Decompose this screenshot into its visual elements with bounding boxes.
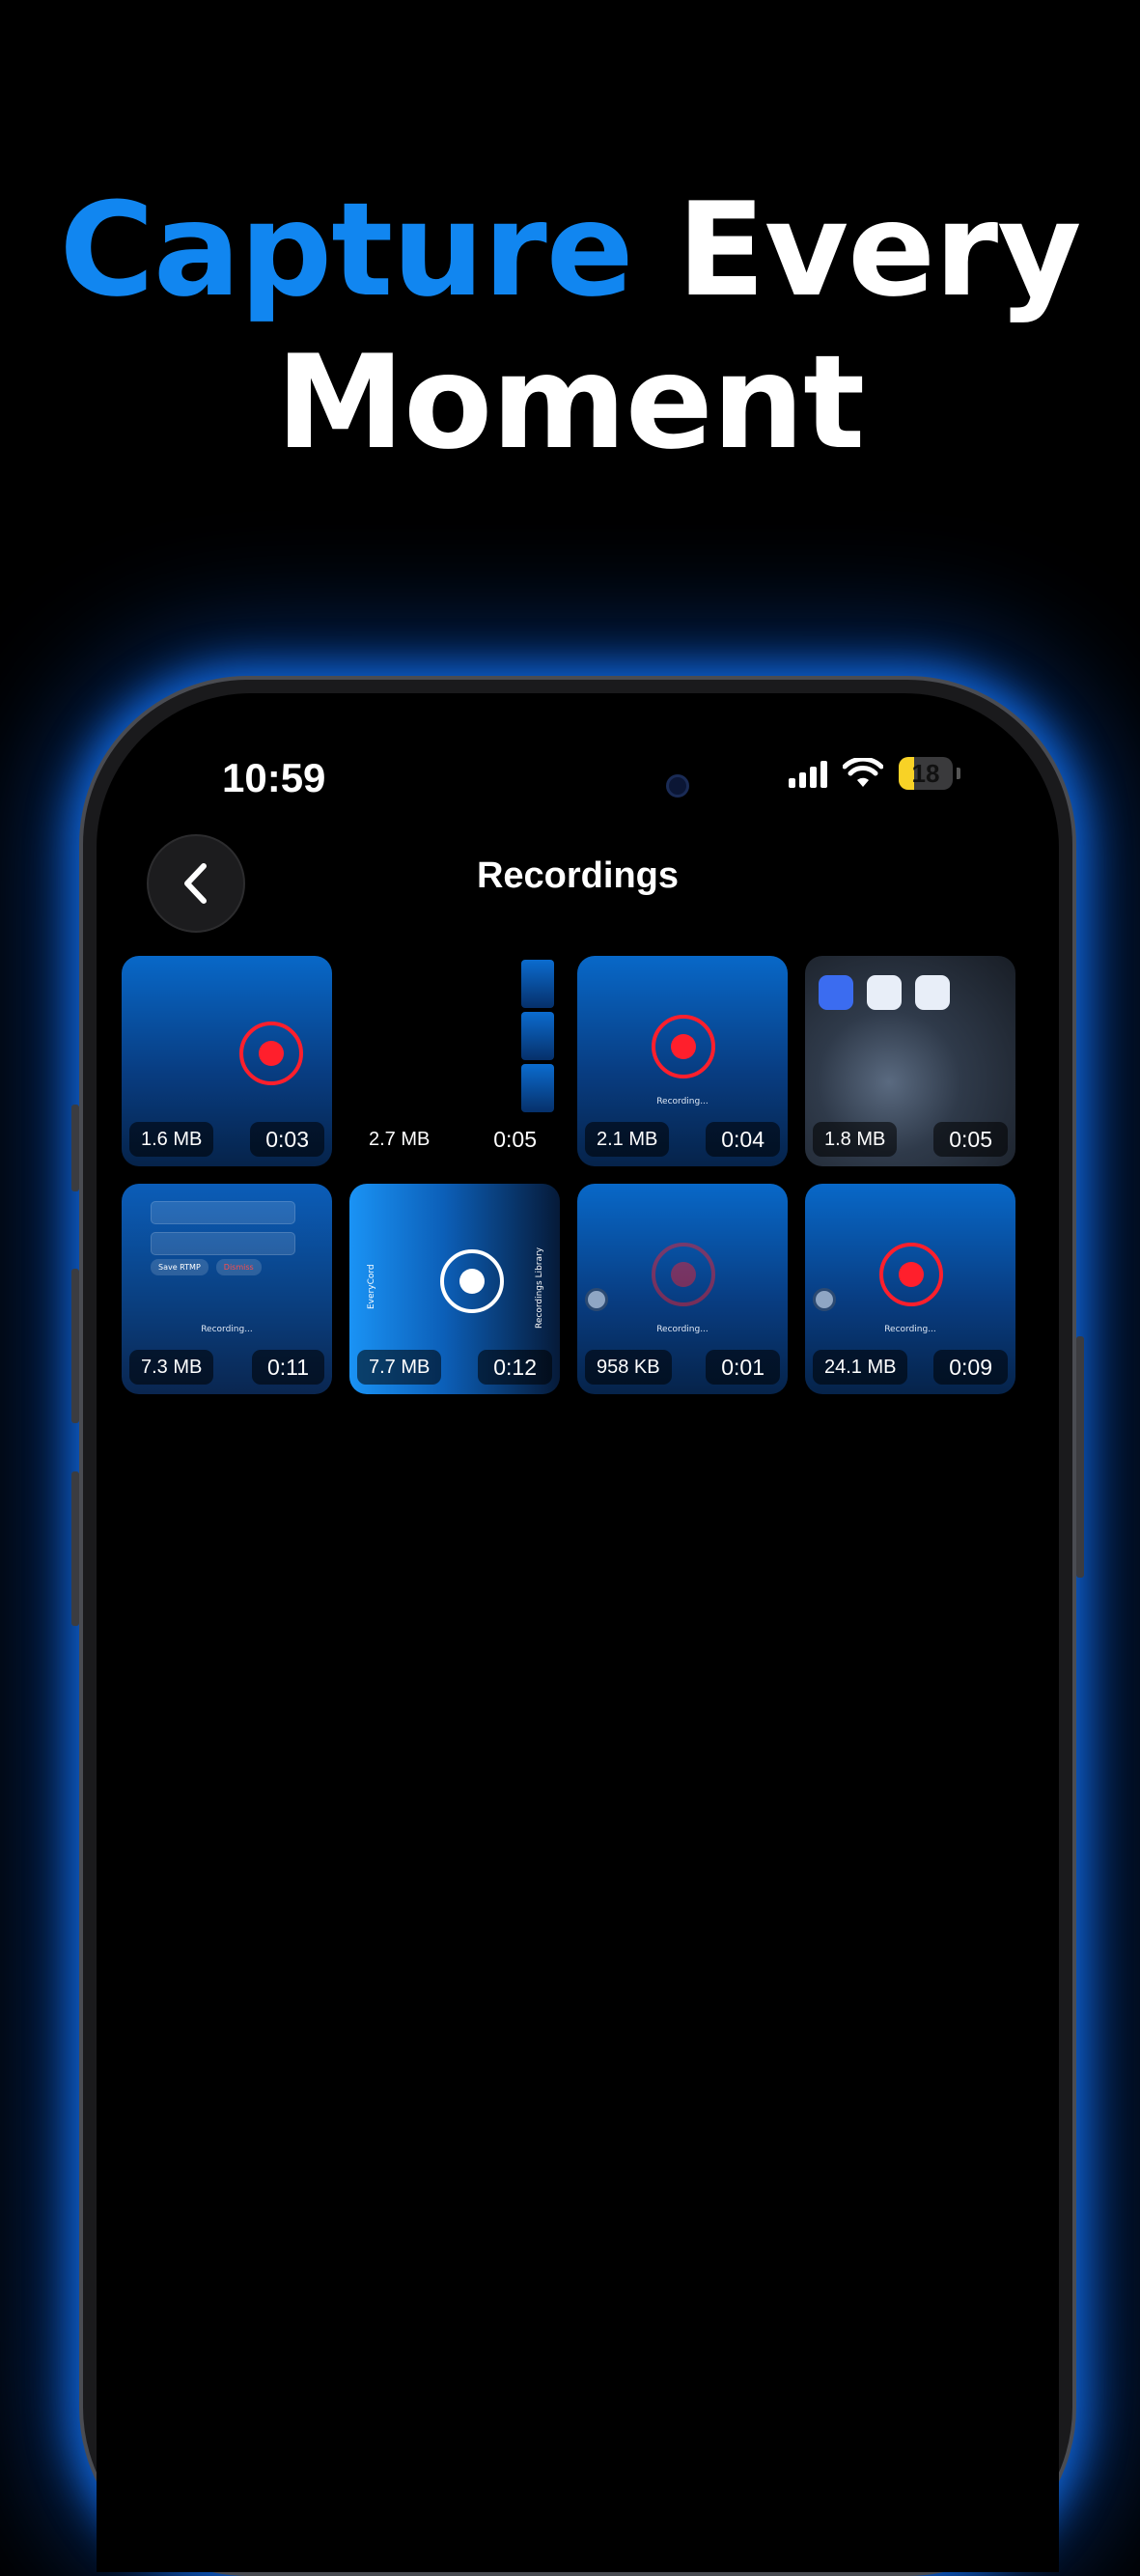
dismiss-label: Dismiss [215,1259,262,1275]
app-name-label: EveryCord [367,1264,376,1309]
cellular-signal-icon [789,759,827,788]
side-dot-icon [813,1288,836,1311]
record-icon [879,1243,943,1307]
duration-badge: 0:12 [478,1350,552,1385]
recording-thumbnail[interactable]: Recording... 958 KB 0:01 [577,1184,788,1394]
phone-screen: 10:59 18 Recordings 1.6 MB 0:03 2.7 MB 0… [97,693,1059,2572]
headline-word: Every [677,175,1081,325]
record-icon [439,1248,504,1313]
volume-up-button [71,1269,79,1423]
recording-caption: Recording... [656,1097,709,1106]
recording-thumbnail[interactable]: EveryCord Recordings Library 7.7 MB 0:12 [349,1184,560,1394]
library-label: Recordings Library [535,1246,544,1329]
duration-badge: 0:04 [706,1122,780,1157]
file-size-badge: 7.7 MB [357,1350,442,1385]
headline: Capture Every Moment [0,174,1140,479]
recordings-grid: 1.6 MB 0:03 2.7 MB 0:05 Recording... 2.1… [122,956,1015,1394]
headline-accent-word: Capture [59,175,634,325]
duration-badge: 0:03 [250,1122,324,1157]
wifi-icon [843,758,883,787]
duration-badge: 0:01 [706,1350,780,1385]
duration-badge: 0:09 [933,1350,1008,1385]
side-dot-icon [585,1288,608,1311]
form-buttons-preview: Save RTMP Dismiss [151,1259,262,1275]
file-size-badge: 2.7 MB [369,1129,431,1150]
thumbnail-preview-strip [521,960,554,1112]
recording-thumbnail[interactable]: Save RTMP Dismiss Recording... 7.3 MB 0:… [122,1184,332,1394]
file-size-badge: 958 KB [585,1350,672,1385]
duration-badge: 0:05 [493,1127,537,1152]
front-camera [666,774,689,798]
status-time: 10:59 [222,755,326,800]
recording-thumbnail[interactable]: Recording... 2.1 MB 0:04 [577,956,788,1166]
battery-tip [957,768,960,779]
recording-thumbnail[interactable]: 1.8 MB 0:05 [805,956,1015,1166]
action-button [71,1105,79,1191]
battery-level: 18 [911,759,940,788]
phone-frame: 10:59 18 Recordings 1.6 MB 0:03 2.7 MB 0… [71,676,1084,2576]
recording-caption: Recording... [884,1325,936,1334]
power-button [1076,1336,1084,1578]
battery-icon: 18 [899,757,953,790]
save-rtmp-label: Save RTMP [151,1259,209,1275]
file-size-badge: 24.1 MB [813,1350,908,1385]
file-size-badge: 7.3 MB [129,1350,214,1385]
duration-badge: 0:05 [933,1122,1008,1157]
record-icon [652,1015,715,1079]
recording-thumbnail[interactable]: 1.6 MB 0:03 [122,956,332,1166]
recording-thumbnail[interactable]: Recording... 24.1 MB 0:09 [805,1184,1015,1394]
volume-down-button [71,1471,79,1626]
file-size-badge: 2.1 MB [585,1122,670,1157]
form-preview [151,1201,295,1263]
record-icon [239,1021,304,1085]
file-size-badge: 1.8 MB [813,1122,898,1157]
home-screen-icons [819,975,950,1010]
headline-line2: Moment [275,327,865,478]
recording-caption: Recording... [201,1325,253,1334]
recording-thumbnail[interactable]: 2.7 MB 0:05 [349,956,560,1166]
record-icon [652,1243,715,1307]
page-title: Recordings [476,855,680,896]
recording-caption: Recording... [656,1325,709,1334]
status-icons: 18 [789,757,960,790]
duration-badge: 0:11 [251,1350,324,1385]
file-size-badge: 1.6 MB [129,1122,214,1157]
